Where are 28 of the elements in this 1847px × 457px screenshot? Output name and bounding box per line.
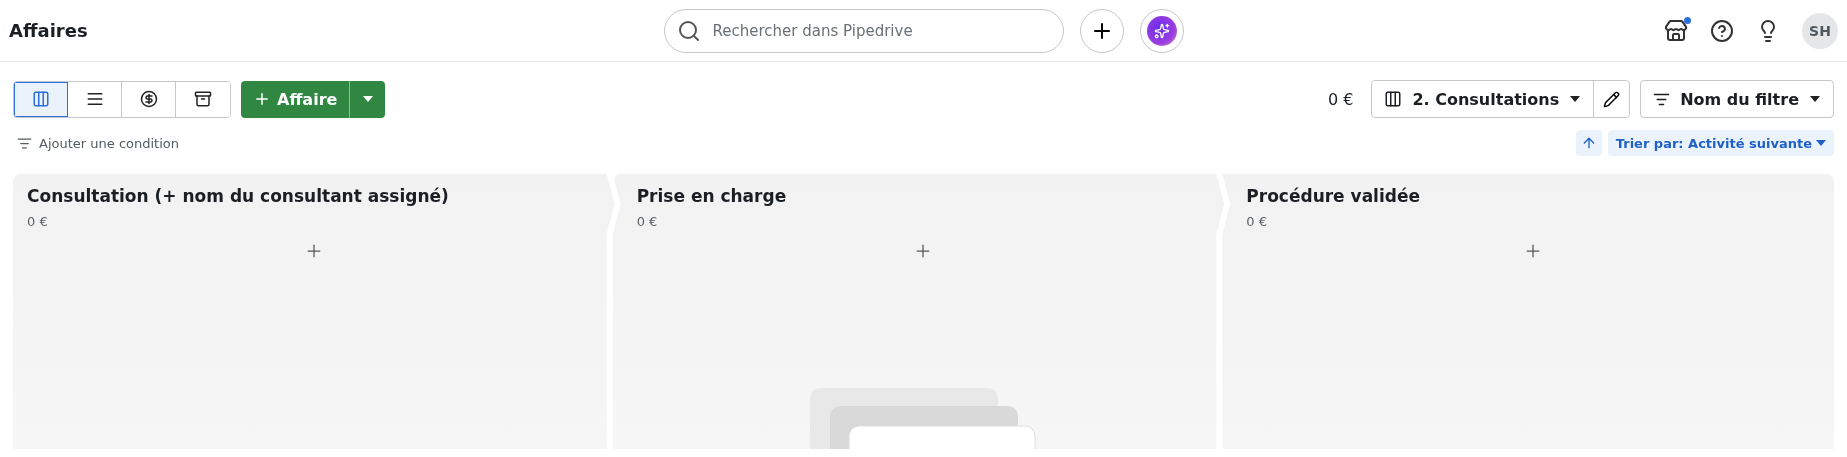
- plus-icon: [253, 90, 271, 108]
- archive-icon: [194, 90, 212, 108]
- help-button[interactable]: [1710, 18, 1734, 43]
- help-icon: [1710, 18, 1734, 43]
- filter-icon: [17, 135, 32, 151]
- stage-name: Consultation (+ nom du consultant assigné): [27, 186, 450, 206]
- caret-icon: [361, 95, 374, 103]
- caret-icon: [1816, 139, 1826, 147]
- stage-name: Prise en charge: [636, 186, 788, 206]
- page-title: Affaires: [9, 20, 89, 41]
- stage-amount: 0 €: [636, 214, 659, 229]
- add-condition-link[interactable]: Ajouter une condition: [17, 135, 179, 151]
- store-icon: [1664, 18, 1688, 43]
- list-icon: [85, 90, 104, 108]
- search-icon: [676, 18, 701, 43]
- stage-name: Procédure validée: [1246, 186, 1421, 206]
- filter-selector[interactable]: Nom du filtre: [1640, 80, 1834, 118]
- sort-selector[interactable]: Trier par: Activité suivante: [1607, 130, 1834, 156]
- sparkles-icon: [1153, 22, 1170, 39]
- stage-amount: 0 €: [1246, 214, 1268, 229]
- pipeline-total: 0 €: [1327, 89, 1354, 109]
- dollar-icon: [139, 90, 158, 108]
- user-avatar[interactable]: SH: [1802, 12, 1838, 49]
- caret-icon: [1809, 95, 1821, 103]
- sort-direction-button[interactable]: [1575, 130, 1602, 156]
- store-button[interactable]: [1664, 18, 1688, 43]
- kanban-icon: [31, 90, 50, 108]
- stage-amount: 0 €: [27, 214, 49, 229]
